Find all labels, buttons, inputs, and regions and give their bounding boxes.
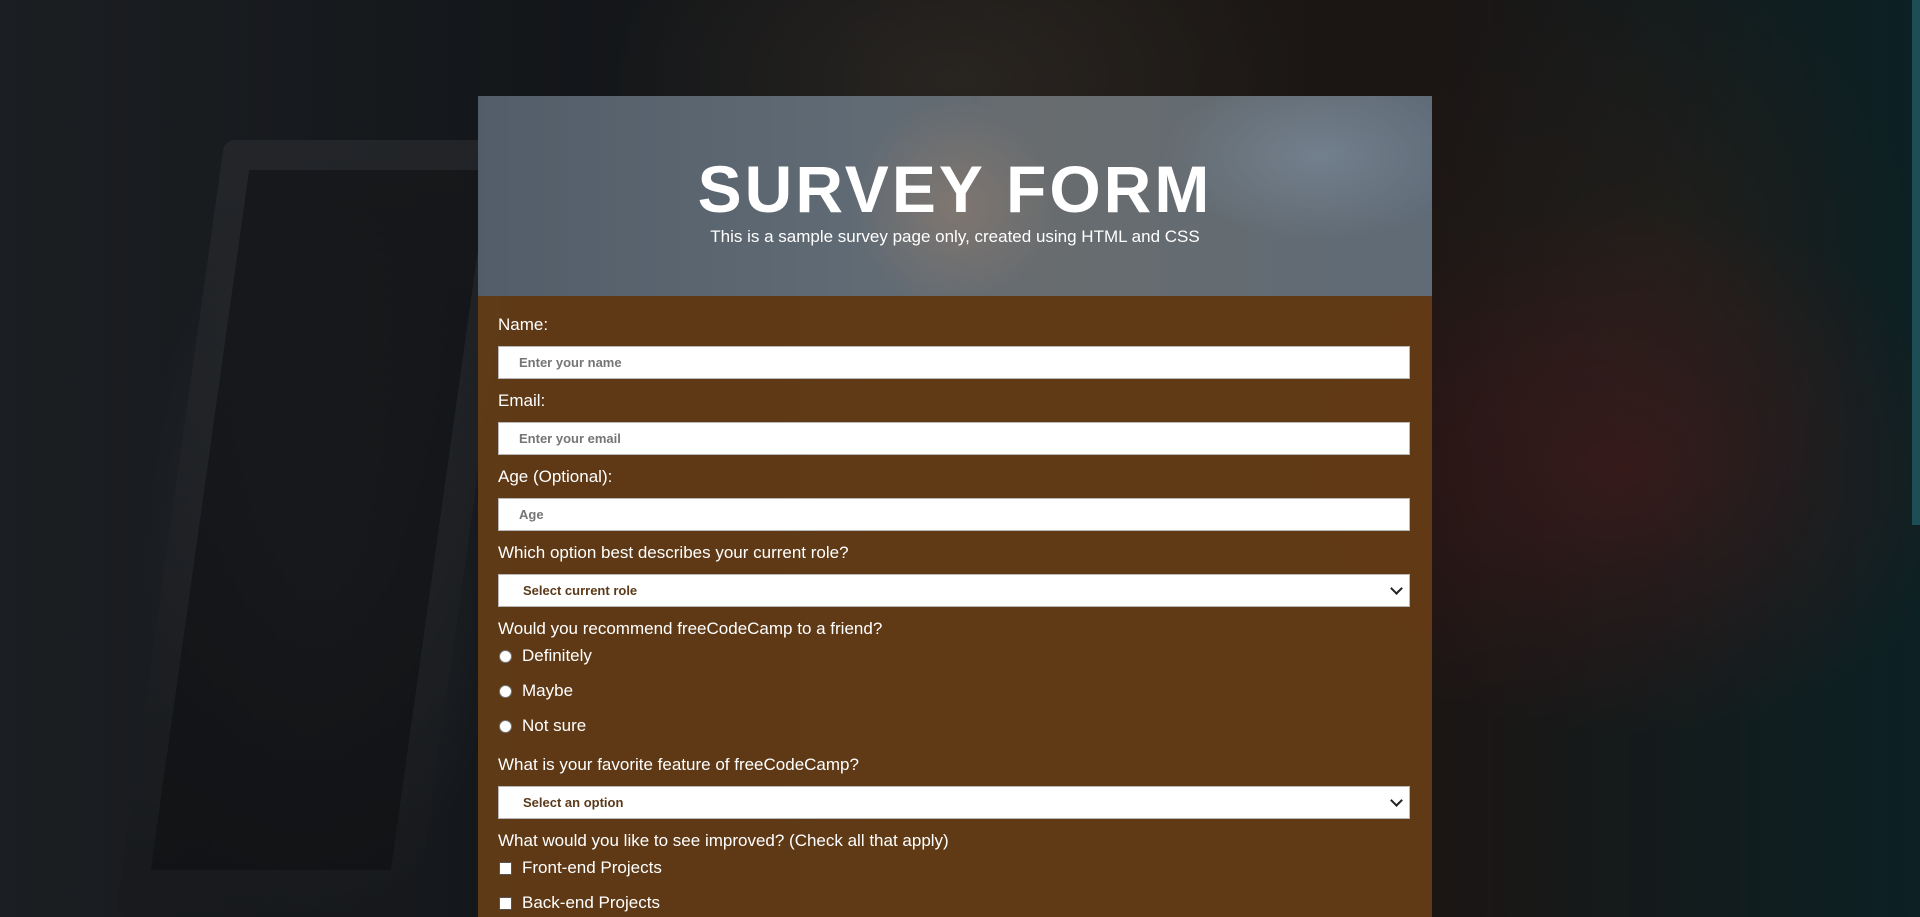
- page-description: This is a sample survey page only, creat…: [710, 227, 1200, 246]
- recommend-option-maybe[interactable]: Maybe: [498, 680, 573, 702]
- recommend-option-label: Definitely: [522, 646, 592, 665]
- role-select[interactable]: Select current role: [498, 574, 1410, 607]
- email-label: Email:: [498, 391, 546, 410]
- radio-button-icon[interactable]: [499, 719, 512, 733]
- feature-select[interactable]: Select an option: [498, 786, 1410, 819]
- survey-card: SURVEY FORM This is a sample survey page…: [478, 96, 1432, 917]
- radio-button-icon[interactable]: [499, 649, 512, 663]
- page-scrollbar[interactable]: [1912, 0, 1920, 525]
- recommend-label: Would you recommend freeCodeCamp to a fr…: [498, 619, 883, 638]
- email-input[interactable]: [498, 422, 1410, 455]
- role-select-value: Select current role: [523, 583, 638, 598]
- recommend-option-not-sure[interactable]: Not sure: [498, 715, 586, 737]
- checkbox-icon[interactable]: [499, 896, 512, 910]
- radio-button-icon[interactable]: [499, 684, 512, 698]
- recommend-option-definitely[interactable]: Definitely: [498, 645, 592, 667]
- feature-label: What is your favorite feature of freeCod…: [498, 755, 859, 774]
- feature-select-value: Select an option: [523, 795, 624, 810]
- checkbox-icon[interactable]: [499, 861, 512, 875]
- recommend-option-label: Maybe: [522, 681, 574, 700]
- survey-header: SURVEY FORM This is a sample survey page…: [478, 96, 1432, 296]
- name-label: Name:: [498, 315, 549, 334]
- role-label: Which option best describes your current…: [498, 543, 849, 562]
- age-input[interactable]: [498, 498, 1410, 531]
- recommend-option-label: Not sure: [522, 716, 587, 735]
- chevron-down-icon: [1390, 582, 1403, 595]
- improve-label: What would you like to see improved? (Ch…: [498, 831, 949, 850]
- improve-option-back-end[interactable]: Back-end Projects: [498, 892, 660, 914]
- survey-form: Name: Email: Age (Optional): Which optio…: [478, 296, 1432, 917]
- name-input[interactable]: [498, 346, 1410, 379]
- improve-option-front-end[interactable]: Front-end Projects: [498, 857, 662, 879]
- improve-option-label: Back-end Projects: [522, 893, 660, 912]
- improve-option-label: Front-end Projects: [522, 858, 662, 877]
- age-label: Age (Optional):: [498, 467, 613, 486]
- page-title: SURVEY FORM: [697, 152, 1213, 226]
- chevron-down-icon: [1390, 794, 1403, 807]
